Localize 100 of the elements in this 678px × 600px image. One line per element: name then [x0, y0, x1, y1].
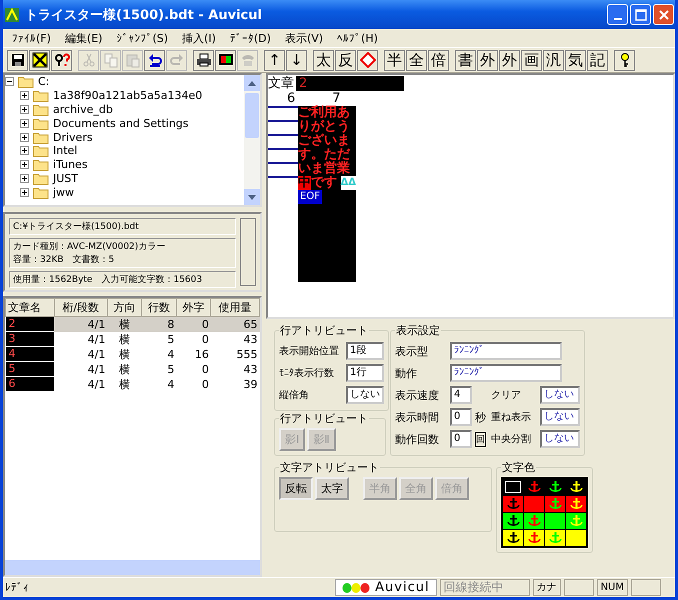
maximize-button[interactable]	[630, 4, 651, 25]
input-field[interactable]: しない	[540, 408, 580, 426]
toolbar-button[interactable]: 反	[335, 50, 356, 70]
scrollbar[interactable]	[244, 75, 260, 205]
menu-item[interactable]: ﾃﾞｰﾀ(D)	[222, 32, 278, 44]
connection-status: 回線接続中	[440, 579, 530, 596]
column-header[interactable]: 方向	[107, 298, 142, 316]
menu-item[interactable]: ﾍﾙﾌﾟ(H)	[330, 32, 385, 44]
toolbar-button[interactable]: ↓	[286, 50, 307, 70]
toolbar-button[interactable]: 汎	[543, 50, 564, 70]
column-header[interactable]: 桁/段数	[54, 298, 108, 316]
input-field[interactable]: しない	[540, 430, 580, 448]
undo-icon	[146, 52, 162, 68]
table-cell: 横	[107, 316, 142, 332]
tree-item[interactable]: Intel	[53, 144, 78, 158]
expand-toggle[interactable]	[20, 132, 29, 142]
input-field[interactable]: 1段	[346, 342, 384, 360]
minimize-icon	[614, 18, 622, 20]
menu-item[interactable]: 編集(E)	[58, 30, 110, 46]
toolbar-button[interactable]: 画	[521, 50, 542, 70]
expand-toggle[interactable]	[20, 146, 29, 156]
document-row[interactable]: 6 4/1 横 4 0 39	[6, 377, 260, 392]
toolbar-button[interactable]	[193, 50, 214, 70]
text-cursor: 中	[298, 176, 311, 190]
tree-item[interactable]: JUST	[53, 172, 78, 185]
toolbar-button[interactable]: 半	[384, 50, 405, 70]
input-field[interactable]: 4	[450, 386, 472, 404]
close-button[interactable]	[653, 4, 674, 25]
color-swatch[interactable]	[545, 496, 565, 512]
color-swatch[interactable]	[566, 530, 586, 546]
menu-item[interactable]: ｼﾞｬﾝﾌﾟ(S)	[109, 32, 176, 44]
toolbar-button[interactable]	[215, 50, 236, 70]
column-header[interactable]: 外字	[176, 298, 211, 316]
expand-toggle[interactable]	[20, 104, 29, 114]
scrollbar[interactable]	[5, 560, 260, 575]
color-swatch[interactable]	[524, 496, 544, 512]
column-header[interactable]: 使用量	[210, 298, 260, 316]
document-row[interactable]: 2 4/1 横 8 0 65	[6, 316, 260, 332]
color-swatch[interactable]	[524, 530, 544, 546]
input-field[interactable]: しない	[346, 386, 384, 404]
tree-item[interactable]: C:	[38, 75, 50, 88]
toolbar-button[interactable]: 外	[477, 50, 498, 70]
color-swatch[interactable]	[503, 479, 523, 495]
toolbar-button[interactable]	[29, 50, 50, 70]
table-cell-text: 39	[242, 377, 258, 392]
input-field[interactable]: しない	[540, 386, 580, 404]
color-swatch[interactable]	[503, 496, 523, 512]
status-text: ﾚﾃﾞｨ	[4, 581, 30, 594]
minimize-button[interactable]	[607, 4, 628, 25]
tree-item[interactable]: Drivers	[53, 130, 93, 144]
scrollbar[interactable]	[240, 218, 256, 286]
color-swatch[interactable]	[524, 513, 544, 529]
toolbar-button[interactable]	[51, 50, 72, 70]
color-swatch[interactable]	[503, 513, 523, 529]
color-swatch[interactable]	[503, 530, 523, 546]
color-swatch[interactable]	[566, 513, 586, 529]
attribute-button[interactable]: 反転	[279, 477, 313, 500]
toolbar-button[interactable]	[7, 50, 28, 70]
expand-toggle[interactable]	[20, 118, 29, 128]
column-header[interactable]: 行数	[142, 298, 176, 316]
expand-toggle[interactable]	[20, 160, 29, 170]
document-row[interactable]: 4 4/1 横 4 16 555	[6, 347, 260, 362]
input-field[interactable]: ﾗﾝﾆﾝｸﾞ	[450, 342, 562, 360]
toolbar-button[interactable]: 書	[455, 50, 476, 70]
toolbar-button[interactable]: 太	[313, 50, 334, 70]
toolbar-button[interactable]: 外	[499, 50, 520, 70]
expand-toggle[interactable]	[20, 91, 29, 100]
tree-item[interactable]: jww	[53, 186, 74, 199]
document-row[interactable]: 5 4/1 横 5 0 43	[6, 362, 260, 377]
toolbar-button[interactable]	[144, 50, 165, 70]
input-field[interactable]: 0	[450, 408, 472, 426]
toolbar-button[interactable]	[614, 50, 635, 70]
tree-item[interactable]: 1a38f90a121ab5a5a134e0	[53, 89, 202, 102]
expand-toggle[interactable]	[20, 188, 29, 197]
document-row[interactable]: 3 4/1 横 5 0 43	[6, 332, 260, 347]
toolbar-button[interactable]: 気	[565, 50, 586, 70]
menu-item[interactable]: 挿入(I)	[175, 30, 223, 46]
tree-item[interactable]: Documents and Settings	[53, 116, 189, 130]
collapse-toggle[interactable]	[5, 77, 14, 86]
color-swatch[interactable]	[566, 496, 586, 512]
toolbar-button[interactable]: 記	[587, 50, 608, 70]
table-cell-text: 4	[166, 377, 176, 392]
input-field[interactable]: 0	[450, 430, 472, 448]
tree-item[interactable]: archive_db	[53, 102, 113, 116]
field-label: 重ね表示	[491, 410, 532, 424]
column-header[interactable]: 文章名	[6, 298, 54, 316]
tree-item[interactable]: iTunes	[53, 158, 88, 172]
color-swatch[interactable]	[545, 513, 565, 529]
menu-item[interactable]: ﾌｧｲﾙ(F)	[5, 32, 58, 44]
input-field[interactable]: ﾗﾝﾆﾝｸﾞ	[450, 364, 562, 382]
toolbar-button[interactable]: 倍	[428, 50, 449, 70]
toolbar-button[interactable]: 全	[406, 50, 427, 70]
table-cell: 4/1	[54, 347, 108, 362]
attribute-button[interactable]: 太字	[315, 477, 349, 500]
toolbar-button[interactable]: ↑	[264, 50, 285, 70]
expand-toggle[interactable]	[20, 174, 29, 183]
close-icon	[658, 8, 670, 20]
color-swatch[interactable]	[545, 530, 565, 546]
menu-item[interactable]: 表示(V)	[278, 30, 330, 46]
input-field[interactable]: 1行	[346, 364, 384, 382]
